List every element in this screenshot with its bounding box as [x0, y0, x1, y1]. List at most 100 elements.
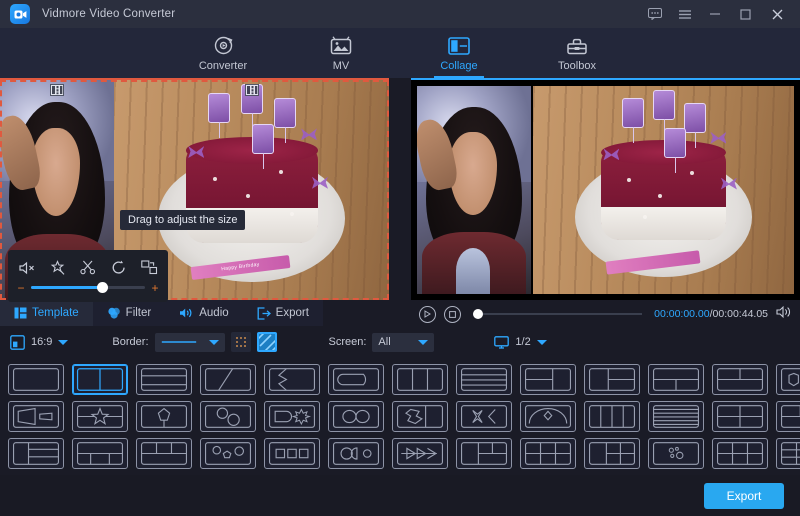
template-layout-top-bar-two-bottom[interactable] [72, 438, 128, 469]
template-layout-triple-arrow[interactable] [392, 438, 448, 469]
volume-slider[interactable]: − + [17, 282, 159, 294]
close-icon[interactable] [760, 0, 794, 28]
play-icon[interactable] [419, 306, 436, 323]
template-layout-circle-half-circle[interactable] [328, 438, 384, 469]
volume-track[interactable] [31, 286, 145, 289]
playhead[interactable] [473, 309, 483, 319]
template-layout-single[interactable] [8, 364, 64, 395]
export-button[interactable]: Export [704, 483, 784, 509]
template-layout-nine-grid[interactable] [776, 438, 800, 469]
template-layout-six-even-grid[interactable] [712, 438, 768, 469]
volume-increase-button[interactable]: + [151, 282, 159, 294]
app-title: Vidmore Video Converter [42, 8, 175, 20]
chevron-down-icon[interactable] [418, 340, 428, 345]
resize-tooltip: Drag to adjust the size [120, 210, 245, 230]
tab-export[interactable]: Export [243, 300, 323, 326]
time-display: 00:00:00.00/00:00:44.05 [654, 308, 768, 320]
stop-icon[interactable] [444, 306, 461, 323]
template-icon [14, 307, 27, 319]
template-layout-three-columns[interactable] [392, 364, 448, 395]
screen-select[interactable]: All [372, 333, 434, 352]
template-layout-three-shapes[interactable] [200, 438, 256, 469]
template-layout-bubbles[interactable] [648, 438, 704, 469]
volume-icon[interactable] [776, 305, 792, 324]
nav-label-collage: Collage [440, 60, 477, 72]
rotate-icon[interactable] [109, 259, 129, 277]
tab-filter[interactable]: Filter [93, 300, 166, 326]
striped-border-button[interactable] [257, 332, 277, 352]
minimize-icon[interactable] [700, 0, 730, 28]
template-layout-two-left-one-right[interactable] [520, 364, 576, 395]
result-thumbnail-cake [533, 86, 794, 294]
template-layout-top-two-wide-bottom[interactable] [136, 438, 192, 469]
speaker-icon [179, 307, 194, 319]
maximize-icon[interactable] [730, 0, 760, 28]
template-layout-cross-notch[interactable] [456, 401, 512, 432]
nav-item-collage[interactable]: Collage [420, 28, 498, 78]
crop-icon[interactable] [139, 259, 159, 277]
volume-knob[interactable] [97, 282, 108, 293]
chevron-down-icon[interactable] [209, 340, 219, 345]
page-indicator: 1/2 [515, 336, 530, 348]
preview-divider [389, 78, 411, 300]
border-style-select[interactable] [155, 333, 225, 352]
template-layout-left-bar-two-rows[interactable] [8, 438, 64, 469]
template-layout-five-rows[interactable] [648, 401, 704, 432]
template-layout-four-columns[interactable] [584, 401, 640, 432]
template-layout-left-one-four-right[interactable] [584, 438, 640, 469]
current-time: 00:00:00.00 [654, 308, 709, 320]
template-layout-six-grid[interactable] [520, 438, 576, 469]
template-layout-top-one-bottom-two[interactable] [712, 364, 768, 395]
film-strip-icon[interactable] [245, 84, 259, 96]
template-layout-rounded-inset[interactable] [328, 364, 384, 395]
aspect-ratio-icon [10, 335, 25, 350]
mute-icon[interactable] [17, 259, 37, 277]
screen-value: All [378, 336, 390, 348]
template-layout-two-circles-offset[interactable] [200, 401, 256, 432]
template-layout-four-grid[interactable] [712, 401, 768, 432]
aspect-ratio-group[interactable]: 16:9 [10, 335, 68, 350]
nav-item-converter[interactable]: Converter [184, 28, 262, 78]
template-layout-two-horizontal[interactable] [136, 364, 192, 395]
template-layout-two-ovals[interactable] [328, 401, 384, 432]
template-layout-split-half-grid[interactable] [456, 438, 512, 469]
export-arrow-icon [257, 307, 271, 320]
template-layout-arch-diamond[interactable] [520, 401, 576, 432]
template-row [8, 401, 792, 432]
nav-item-mv[interactable]: MV [302, 28, 380, 78]
magic-wand-icon[interactable] [48, 259, 68, 277]
main-nav: Converter MV Collage Toolbox [0, 28, 800, 78]
template-layout-diagonal-split[interactable] [200, 364, 256, 395]
scissors-icon[interactable] [78, 259, 98, 277]
chevron-down-icon[interactable] [537, 340, 547, 345]
template-layout-trapezoid-pair[interactable] [8, 401, 64, 432]
editor-tabs: Template Filter Audio Export [0, 300, 323, 326]
screen-group: Screen: All [329, 333, 435, 352]
template-layout-hexagon-square[interactable] [776, 364, 800, 395]
nav-item-toolbox[interactable]: Toolbox [538, 28, 616, 78]
window-controls [640, 0, 794, 28]
template-layout-arrow-notch[interactable] [264, 364, 320, 395]
border-label: Border: [112, 336, 148, 348]
template-layout-pentagon-center[interactable] [136, 401, 192, 432]
tab-audio[interactable]: Audio [165, 300, 242, 326]
dotted-border-button[interactable] [231, 332, 251, 352]
volume-decrease-button[interactable]: − [17, 282, 25, 294]
template-layout-left-big-two-right[interactable] [584, 364, 640, 395]
film-strip-icon[interactable] [50, 84, 64, 96]
template-layout-three-squares[interactable] [264, 438, 320, 469]
playback-progress[interactable] [473, 313, 642, 315]
feedback-icon[interactable] [640, 0, 670, 28]
tab-template[interactable]: Template [0, 300, 93, 326]
template-layout-gear-shape[interactable] [264, 401, 320, 432]
template-layout-stacked-unequal[interactable] [776, 401, 800, 432]
chevron-down-icon[interactable] [58, 340, 68, 345]
template-layout-top-two-bottom-one[interactable] [648, 364, 704, 395]
template-layout-two-vertical[interactable] [72, 364, 128, 395]
template-layout-puzzle-shape[interactable] [392, 401, 448, 432]
nav-label-mv: MV [333, 60, 350, 72]
menu-icon[interactable] [670, 0, 700, 28]
template-layout-star-band[interactable] [72, 401, 128, 432]
toolbox-icon [566, 35, 588, 57]
template-layout-three-rows[interactable] [456, 364, 512, 395]
